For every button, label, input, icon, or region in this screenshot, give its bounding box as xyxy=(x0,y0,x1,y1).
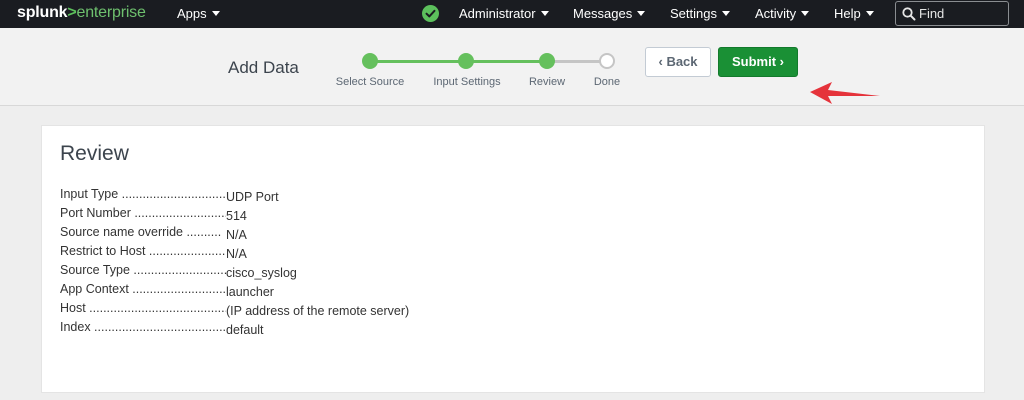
review-key: Host ...................................… xyxy=(60,301,226,315)
administrator-menu[interactable]: Administrator xyxy=(459,6,549,21)
step-dot-input-settings xyxy=(458,53,474,69)
logo-suffix: enterprise xyxy=(76,4,146,21)
review-key: Restrict to Host ....................... xyxy=(60,244,226,258)
find-placeholder: Find xyxy=(919,6,945,21)
review-key: Index ..................................… xyxy=(60,320,226,334)
review-list: Input Type .............................… xyxy=(60,187,409,339)
activity-menu-label: Activity xyxy=(755,6,797,21)
settings-menu-label: Settings xyxy=(670,6,717,21)
chevron-down-icon xyxy=(211,11,220,16)
page-title: Add Data xyxy=(228,58,299,77)
review-row-source-name-override: Source name override .......... N/A xyxy=(60,225,409,244)
review-panel: Review Input Type ......................… xyxy=(41,125,985,393)
review-key: App Context ........................... xyxy=(60,282,226,296)
logo-gt: > xyxy=(67,4,77,21)
messages-menu[interactable]: Messages xyxy=(573,6,646,21)
messages-menu-label: Messages xyxy=(573,6,633,21)
chevron-down-icon xyxy=(801,11,810,16)
review-key: Input Type .............................… xyxy=(60,187,226,201)
chevron-down-icon xyxy=(721,11,730,16)
review-row-source-type: Source Type ............................… xyxy=(60,263,409,282)
help-menu-label: Help xyxy=(834,6,861,21)
review-row-restrict-to-host: Restrict to Host .......................… xyxy=(60,244,409,263)
review-key: Port Number ........................... xyxy=(60,206,226,220)
logo-prefix: splunk xyxy=(17,4,68,21)
step-label-review: Review xyxy=(528,76,566,88)
step-connector-2 xyxy=(466,60,547,63)
review-row-app-context: App Context ...........................l… xyxy=(60,282,409,301)
find-search-input[interactable]: Find xyxy=(895,1,1009,26)
review-value: launcher xyxy=(226,285,274,299)
settings-menu[interactable]: Settings xyxy=(670,6,730,21)
review-row-input-type: Input Type .............................… xyxy=(60,187,409,206)
apps-menu-label: Apps xyxy=(177,6,207,21)
step-dot-select-source xyxy=(362,53,378,69)
review-value: 514 xyxy=(226,209,247,223)
step-dot-review xyxy=(539,53,555,69)
review-key: Source Type ............................ xyxy=(60,263,226,277)
chevron-down-icon xyxy=(540,11,549,16)
administrator-menu-label: Administrator xyxy=(459,6,536,21)
review-title: Review xyxy=(60,142,129,165)
step-label-done: Done xyxy=(593,76,621,88)
review-value: UDP Port xyxy=(226,190,279,204)
top-nav-bar: splunk>enterprise Apps Administrator Mes… xyxy=(0,0,1024,28)
splunk-logo[interactable]: splunk>enterprise xyxy=(17,4,146,22)
submit-button[interactable]: Submit › xyxy=(718,47,798,77)
activity-menu[interactable]: Activity xyxy=(755,6,810,21)
chevron-down-icon xyxy=(865,11,874,16)
help-menu[interactable]: Help xyxy=(834,6,874,21)
step-dot-done xyxy=(599,53,615,69)
chevron-down-icon xyxy=(637,11,646,16)
back-button-label: Back xyxy=(666,54,698,69)
step-label-select-source: Select Source xyxy=(335,76,405,88)
review-row-index: Index ..................................… xyxy=(60,320,409,339)
review-key: Source name override .......... xyxy=(60,225,222,239)
back-button[interactable]: ‹ Back xyxy=(645,47,711,77)
review-value: default xyxy=(226,323,264,337)
review-value: N/A xyxy=(226,247,247,261)
step-connector-3 xyxy=(547,60,607,63)
review-value: N/A xyxy=(226,228,247,242)
annotation-arrow-icon xyxy=(810,82,880,104)
step-connector-1 xyxy=(370,60,466,63)
search-icon xyxy=(902,7,916,21)
step-label-input-settings: Input Settings xyxy=(433,76,501,88)
add-data-header: Add Data Select Source Input Settings Re… xyxy=(0,28,1024,106)
chevron-right-icon: › xyxy=(779,54,785,69)
chevron-left-icon: ‹ xyxy=(658,54,663,69)
review-value: cisco_syslog xyxy=(226,266,297,280)
review-row-port-number: Port Number ...........................5… xyxy=(60,206,409,225)
submit-button-label: Submit xyxy=(731,54,777,69)
review-row-host: Host ...................................… xyxy=(60,301,409,320)
review-value: (IP address of the remote server) xyxy=(226,304,410,318)
apps-menu[interactable]: Apps xyxy=(177,6,220,21)
health-status-check-icon[interactable] xyxy=(422,5,439,22)
